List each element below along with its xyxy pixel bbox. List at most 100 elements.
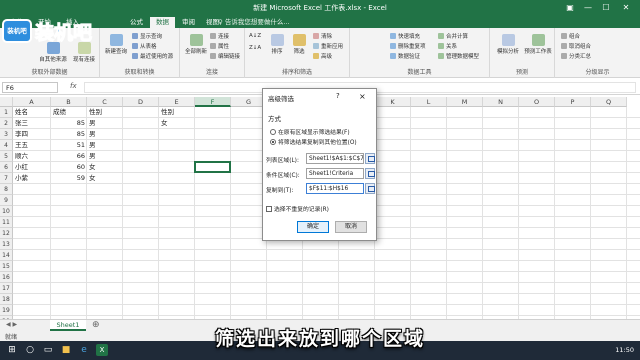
column-header[interactable]: Q [591, 97, 627, 107]
cell[interactable]: 小红 [15, 162, 49, 173]
column-header[interactable]: N [483, 97, 519, 107]
column-header[interactable]: K [375, 97, 411, 107]
column-header[interactable]: P [555, 97, 591, 107]
row-header[interactable]: 4 [0, 140, 13, 151]
row-header[interactable]: 17 [0, 283, 13, 294]
maximize-button[interactable]: ☐ [598, 2, 614, 14]
minimize-button[interactable]: — [580, 2, 596, 14]
manage-data-model-button[interactable]: 管理数据模型 [438, 52, 479, 60]
column-header[interactable]: D [123, 97, 159, 107]
cell[interactable]: 51 [53, 140, 85, 151]
consolidate-button[interactable]: 合并计算 [438, 32, 468, 40]
cell[interactable]: 男 [89, 118, 121, 129]
remove-duplicates-button[interactable]: 删除重复项 [390, 42, 426, 50]
cell[interactable]: 60 [53, 162, 85, 173]
close-button[interactable]: ✕ [618, 2, 634, 14]
range-picker-icon[interactable] [365, 153, 375, 164]
select-all-corner[interactable] [0, 97, 13, 107]
existing-connections-button[interactable]: 现有连接 [70, 42, 98, 63]
cell[interactable]: 女 [89, 173, 121, 184]
recent-sources-button[interactable]: 最近使用的源 [132, 52, 173, 60]
help-icon[interactable]: ? [336, 92, 340, 100]
sort-button[interactable]: 排序 [267, 34, 287, 55]
refresh-all-button[interactable]: 全部刷新 [184, 34, 208, 55]
advanced-filter-button[interactable]: 高级 [313, 52, 332, 60]
group-button[interactable]: 组合 [561, 32, 580, 40]
column-header[interactable]: B [51, 97, 87, 107]
radio-copy-to-location[interactable]: 将筛选结果复制到其他位置(O) [270, 137, 357, 146]
cancel-button[interactable]: 取消 [335, 221, 367, 233]
cell[interactable]: 59 [53, 173, 85, 184]
row-header[interactable]: 13 [0, 239, 13, 250]
column-header[interactable]: M [447, 97, 483, 107]
row-header[interactable]: 11 [0, 217, 13, 228]
from-table-button[interactable]: 从表格 [132, 42, 157, 50]
list-range-input[interactable]: Sheet1!$A$1:$C$7 [306, 153, 364, 164]
row-header[interactable]: 16 [0, 272, 13, 283]
cell[interactable]: 66 [53, 151, 85, 162]
tab-review[interactable]: 审阅 [176, 17, 201, 28]
sort-ascending-button[interactable]: A↓Z [249, 33, 261, 39]
ribbon-display-options-icon[interactable]: ▣ [562, 2, 578, 14]
row-header[interactable]: 1 [0, 107, 13, 118]
row-header[interactable]: 19 [0, 305, 13, 316]
data-validation-button[interactable]: 数据验证 [390, 52, 420, 60]
cell[interactable]: 85 [53, 118, 85, 129]
column-header[interactable]: L [411, 97, 447, 107]
row-header[interactable]: 10 [0, 206, 13, 217]
tell-me-search[interactable]: ♀ 告诉我您想要做什么... [218, 17, 290, 28]
radio-filter-in-place[interactable]: 在原有区域显示筛选结果(F) [270, 127, 350, 136]
cell[interactable]: 男 [89, 140, 121, 151]
from-other-sources-button[interactable]: 自其他来源 [38, 42, 68, 63]
column-header[interactable]: O [519, 97, 555, 107]
row-header[interactable]: 8 [0, 184, 13, 195]
subtotal-button[interactable]: 分类汇总 [561, 52, 591, 60]
row-header[interactable]: 6 [0, 162, 13, 173]
row-header[interactable]: 3 [0, 129, 13, 140]
reapply-button[interactable]: 重新应用 [313, 42, 343, 50]
flash-fill-button[interactable]: 快速填充 [390, 32, 420, 40]
what-if-analysis-button[interactable]: 模拟分析 [494, 34, 522, 55]
cell[interactable]: 男 [89, 151, 121, 162]
column-header[interactable]: C [87, 97, 123, 107]
row-header[interactable]: 5 [0, 151, 13, 162]
cell[interactable]: 李四 [15, 129, 49, 140]
row-header[interactable]: 12 [0, 228, 13, 239]
forecast-sheet-button[interactable]: 预测工作表 [524, 34, 552, 55]
cell[interactable]: 成绩 [53, 107, 85, 118]
tab-formulas[interactable]: 公式 [124, 17, 149, 28]
row-header[interactable]: 7 [0, 173, 13, 184]
cell[interactable]: 85 [53, 129, 85, 140]
unique-records-checkbox[interactable]: 选择不重复的记录(R) [266, 204, 329, 213]
fx-icon[interactable]: fx [70, 82, 77, 90]
column-header[interactable]: F [195, 97, 231, 107]
row-header[interactable]: 14 [0, 250, 13, 261]
cell[interactable]: 男 [89, 129, 121, 140]
properties-button[interactable]: 属性 [210, 42, 229, 50]
cell[interactable]: 女 [89, 162, 121, 173]
name-box[interactable]: F6 [2, 82, 58, 93]
row-header[interactable]: 9 [0, 195, 13, 206]
close-icon[interactable]: × [359, 92, 366, 101]
cell[interactable]: 顺六 [15, 151, 49, 162]
ungroup-button[interactable]: 取消组合 [561, 42, 591, 50]
cell[interactable]: 王五 [15, 140, 49, 151]
connections-button[interactable]: 连接 [210, 32, 229, 40]
ok-button[interactable]: 确定 [297, 221, 329, 233]
cell[interactable]: 小紫 [15, 173, 49, 184]
cell[interactable]: 女 [161, 118, 193, 129]
column-header[interactable]: A [13, 97, 51, 107]
cell[interactable]: 性别 [161, 107, 193, 118]
column-header[interactable]: E [159, 97, 195, 107]
clear-button[interactable]: 清除 [313, 32, 332, 40]
new-query-button[interactable]: 新建查询 [104, 34, 128, 55]
row-header[interactable]: 2 [0, 118, 13, 129]
cell[interactable]: 张三 [15, 118, 49, 129]
sort-descending-button[interactable]: Z↓A [249, 45, 261, 51]
range-picker-icon[interactable] [365, 183, 375, 194]
relationships-button[interactable]: 关系 [438, 42, 457, 50]
show-queries-button[interactable]: 显示查询 [132, 32, 162, 40]
copy-to-input[interactable]: $F$11:$H$16 [306, 183, 364, 194]
row-header[interactable]: 18 [0, 294, 13, 305]
edit-links-button[interactable]: 编辑链接 [210, 52, 240, 60]
